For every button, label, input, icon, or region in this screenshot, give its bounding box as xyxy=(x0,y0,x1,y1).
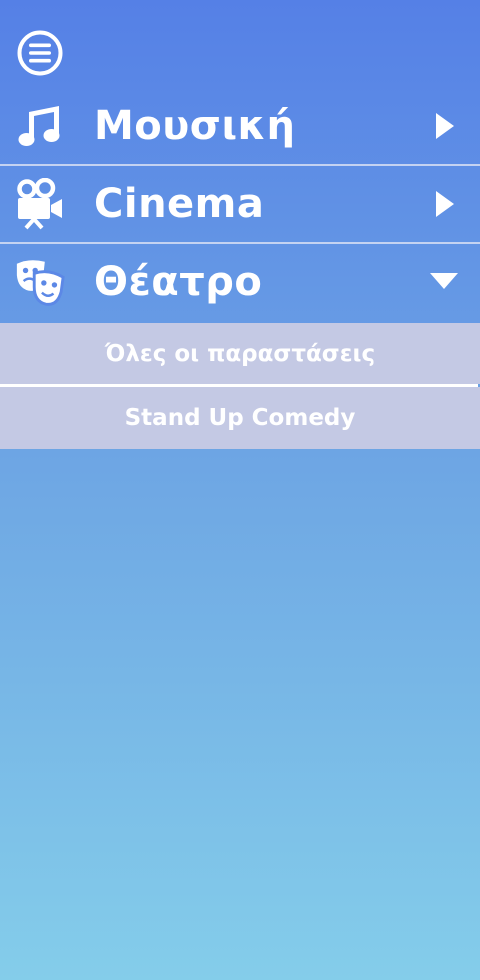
menu-toggle-button[interactable] xyxy=(17,30,63,76)
chevron-down-icon xyxy=(430,268,458,296)
nav-item-music[interactable]: Μουσική xyxy=(0,88,480,166)
music-note-icon xyxy=(14,100,66,152)
hamburger-circle-icon xyxy=(17,30,63,76)
chevron-right-icon xyxy=(430,112,458,140)
app-screen: Μουσική Cinema Θέατρο Όλες οι παραστάσει… xyxy=(0,0,480,980)
theater-submenu: Όλες οι παραστάσεις Stand Up Comedy xyxy=(0,323,480,449)
nav-item-cinema[interactable]: Cinema xyxy=(0,166,480,244)
chevron-right-icon xyxy=(430,190,458,218)
nav-label-theater: Θέατρο xyxy=(94,259,263,305)
nav-item-theater[interactable]: Θέατρο xyxy=(0,244,480,320)
submenu-item-all-shows[interactable]: Όλες οι παραστάσεις xyxy=(0,323,480,384)
movie-camera-icon xyxy=(14,178,66,230)
submenu-item-stand-up-comedy[interactable]: Stand Up Comedy xyxy=(0,387,480,449)
nav-label-music: Μουσική xyxy=(94,103,296,149)
category-nav: Μουσική Cinema Θέατρο xyxy=(0,88,480,320)
theater-masks-icon xyxy=(14,256,66,308)
nav-label-cinema: Cinema xyxy=(94,181,265,227)
